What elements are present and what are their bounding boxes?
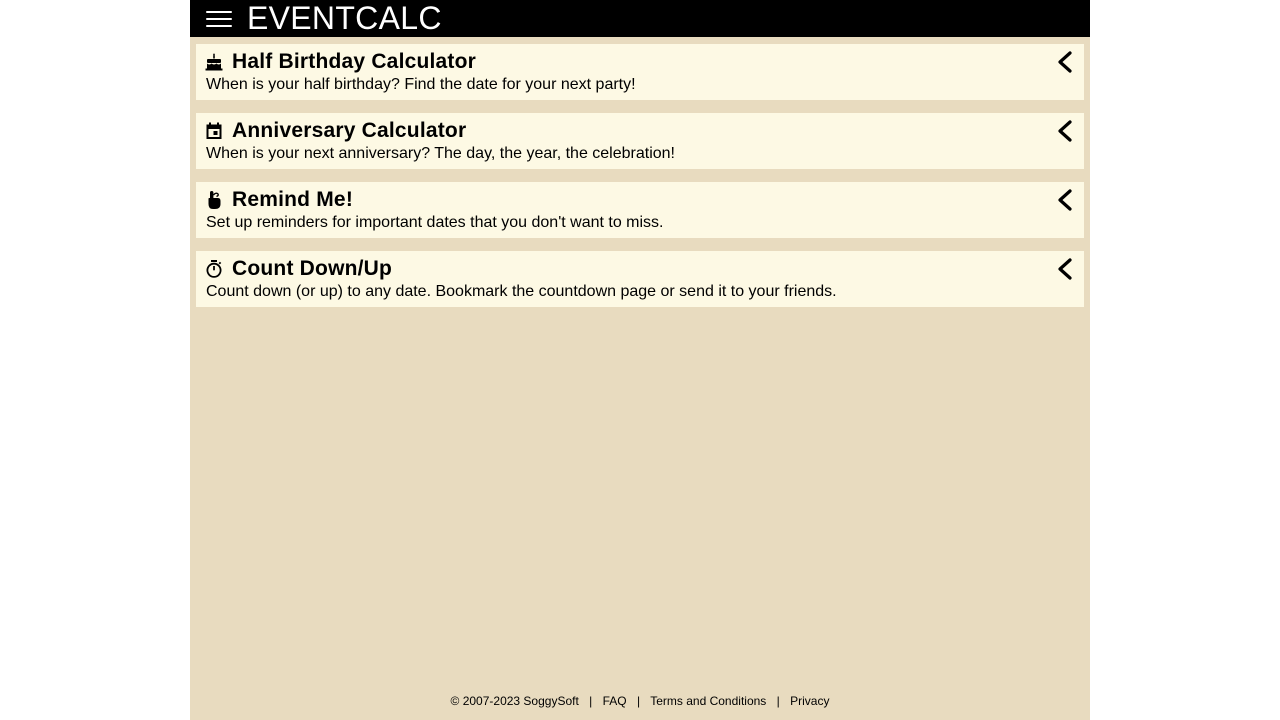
footer-separator: | bbox=[776, 694, 780, 708]
privacy-link[interactable]: Privacy bbox=[790, 694, 829, 708]
chevron-left-icon[interactable] bbox=[1056, 258, 1074, 280]
card-title: Anniversary Calculator bbox=[232, 119, 467, 142]
page-container: EVENTCALC Half Birthday Calculator When … bbox=[190, 0, 1090, 720]
chevron-left-icon[interactable] bbox=[1056, 189, 1074, 211]
card-description: When is your next anniversary? The day, … bbox=[206, 145, 675, 162]
card-title: Remind Me! bbox=[232, 188, 354, 211]
finger-ribbon-icon bbox=[205, 191, 223, 209]
card-half-birthday-calculator[interactable]: Half Birthday Calculator When is your ha… bbox=[196, 44, 1084, 100]
calculator-list: Half Birthday Calculator When is your ha… bbox=[196, 44, 1084, 320]
top-navigation-bar: EVENTCALC bbox=[190, 0, 1090, 37]
stopwatch-icon bbox=[205, 260, 223, 278]
copyright-text: © 2007-2023 SoggySoft bbox=[450, 694, 579, 708]
card-description: Count down (or up) to any date. Bookmark… bbox=[206, 283, 837, 300]
card-description: When is your half birthday? Find the dat… bbox=[206, 76, 636, 93]
chevron-left-icon[interactable] bbox=[1056, 51, 1074, 73]
birthday-cake-icon bbox=[205, 53, 223, 71]
site-logo-link[interactable]: EVENTCALC bbox=[247, 0, 442, 37]
footer: © 2007-2023 SoggySoft | FAQ | Terms and … bbox=[190, 694, 1090, 708]
card-count-down-up[interactable]: Count Down/Up Count down (or up) to any … bbox=[196, 251, 1084, 307]
calendar-event-icon bbox=[205, 122, 223, 140]
card-title: Half Birthday Calculator bbox=[232, 50, 477, 73]
terms-and-conditions-link[interactable]: Terms and Conditions bbox=[650, 694, 766, 708]
hamburger-menu-icon[interactable] bbox=[206, 10, 232, 28]
footer-separator: | bbox=[589, 694, 593, 708]
card-title: Count Down/Up bbox=[232, 257, 393, 280]
faq-link[interactable]: FAQ bbox=[603, 694, 627, 708]
card-description: Set up reminders for important dates tha… bbox=[206, 214, 664, 231]
card-remind-me[interactable]: Remind Me! Set up reminders for importan… bbox=[196, 182, 1084, 238]
chevron-left-icon[interactable] bbox=[1056, 120, 1074, 142]
footer-separator: | bbox=[636, 694, 641, 708]
card-anniversary-calculator[interactable]: Anniversary Calculator When is your next… bbox=[196, 113, 1084, 169]
